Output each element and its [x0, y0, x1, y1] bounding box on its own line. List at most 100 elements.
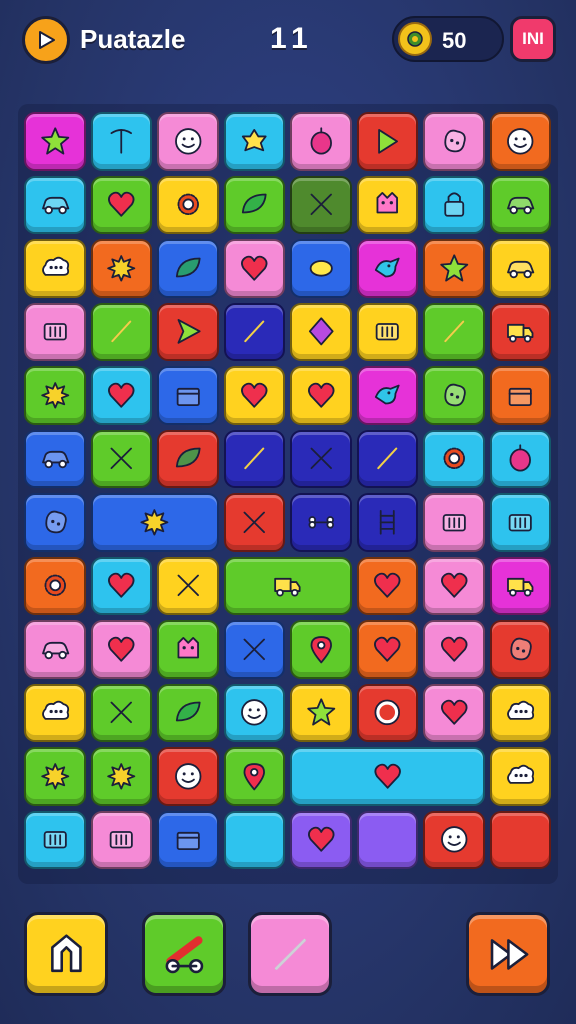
- board-tile[interactable]: [489, 239, 551, 298]
- board-tile[interactable]: [24, 366, 86, 425]
- board-tile[interactable]: [223, 302, 285, 361]
- board-tile[interactable]: [90, 747, 152, 806]
- board-tile[interactable]: [290, 747, 485, 806]
- menu-button[interactable]: INI: [510, 16, 556, 62]
- board-tile[interactable]: [157, 429, 219, 488]
- board-tile[interactable]: [356, 429, 418, 488]
- board-tile[interactable]: [90, 493, 219, 552]
- cannon-button[interactable]: [142, 912, 226, 996]
- board-tile[interactable]: [90, 302, 152, 361]
- board-tile[interactable]: [290, 239, 352, 298]
- board-tile[interactable]: [157, 556, 219, 615]
- board-tile[interactable]: [423, 112, 485, 171]
- board-tile[interactable]: [223, 175, 285, 234]
- board-tile[interactable]: [290, 683, 352, 742]
- board-tile[interactable]: [24, 493, 86, 552]
- board-tile[interactable]: [489, 683, 551, 742]
- board-tile[interactable]: [157, 175, 219, 234]
- board-tile[interactable]: [290, 429, 352, 488]
- board-tile[interactable]: [356, 620, 418, 679]
- board-tile[interactable]: [90, 556, 152, 615]
- cross-icon: [110, 448, 132, 470]
- board-tile[interactable]: [356, 683, 418, 742]
- board-tile[interactable]: [90, 810, 152, 869]
- board-tile[interactable]: [24, 239, 86, 298]
- board-tile[interactable]: [489, 556, 551, 615]
- board-tile[interactable]: [223, 683, 285, 742]
- board-tile[interactable]: [489, 175, 551, 234]
- board-tile[interactable]: [356, 366, 418, 425]
- board-tile[interactable]: [356, 112, 418, 171]
- board-tile[interactable]: [157, 620, 219, 679]
- board-tile[interactable]: [90, 175, 152, 234]
- board-tile[interactable]: [290, 175, 352, 234]
- board-tile[interactable]: [24, 112, 86, 171]
- board-tile[interactable]: [223, 366, 285, 425]
- board-tile[interactable]: [489, 302, 551, 361]
- board-tile[interactable]: [24, 175, 86, 234]
- board-tile[interactable]: [223, 112, 285, 171]
- board-tile[interactable]: [489, 747, 551, 806]
- board-tile[interactable]: [356, 239, 418, 298]
- board-tile[interactable]: [157, 112, 219, 171]
- tool-button[interactable]: [248, 912, 332, 996]
- board-tile[interactable]: [290, 112, 352, 171]
- board-tile[interactable]: [223, 239, 285, 298]
- board-tile[interactable]: [290, 366, 352, 425]
- hint-button[interactable]: [24, 912, 108, 996]
- board-tile[interactable]: [90, 239, 152, 298]
- board-tile[interactable]: [157, 239, 219, 298]
- board-tile[interactable]: [24, 556, 86, 615]
- board-tile[interactable]: [423, 429, 485, 488]
- board-tile[interactable]: [24, 302, 86, 361]
- board-tile[interactable]: [90, 683, 152, 742]
- board-tile[interactable]: [423, 302, 485, 361]
- board-tile[interactable]: [90, 366, 152, 425]
- board-tile[interactable]: [489, 493, 551, 552]
- next-button[interactable]: [466, 912, 550, 996]
- board-tile[interactable]: [489, 620, 551, 679]
- board-tile[interactable]: [24, 683, 86, 742]
- board-tile[interactable]: [423, 810, 485, 869]
- board-tile[interactable]: [290, 620, 352, 679]
- board-tile[interactable]: [157, 302, 219, 361]
- board-tile[interactable]: [423, 366, 485, 425]
- board-tile[interactable]: [489, 366, 551, 425]
- board-tile[interactable]: [356, 810, 418, 869]
- board-tile[interactable]: [223, 620, 285, 679]
- board-tile[interactable]: [157, 683, 219, 742]
- board-tile[interactable]: [90, 112, 152, 171]
- board-tile[interactable]: [423, 175, 485, 234]
- board-tile[interactable]: [423, 556, 485, 615]
- leaf-icon: [175, 448, 201, 468]
- board-tile[interactable]: [157, 747, 219, 806]
- board-tile[interactable]: [24, 620, 86, 679]
- board-tile[interactable]: [356, 175, 418, 234]
- board-tile[interactable]: [423, 620, 485, 679]
- board-tile[interactable]: [356, 493, 418, 552]
- board-tile[interactable]: [24, 429, 86, 488]
- board-tile[interactable]: [290, 810, 352, 869]
- board-tile[interactable]: [223, 493, 285, 552]
- board-tile[interactable]: [489, 429, 551, 488]
- board-tile[interactable]: [223, 556, 352, 615]
- board-tile[interactable]: [223, 747, 285, 806]
- board-tile[interactable]: [24, 810, 86, 869]
- board-tile[interactable]: [356, 302, 418, 361]
- board-tile[interactable]: [423, 493, 485, 552]
- board-tile[interactable]: [290, 302, 352, 361]
- board-tile[interactable]: [24, 747, 86, 806]
- board-tile[interactable]: [90, 429, 152, 488]
- board-tile[interactable]: [157, 366, 219, 425]
- play-button[interactable]: [22, 16, 70, 64]
- board-tile[interactable]: [223, 429, 285, 488]
- board-tile[interactable]: [157, 810, 219, 869]
- board-tile[interactable]: [223, 810, 285, 869]
- board-tile[interactable]: [90, 620, 152, 679]
- board-tile[interactable]: [423, 239, 485, 298]
- board-tile[interactable]: [489, 810, 551, 869]
- board-tile[interactable]: [423, 683, 485, 742]
- board-tile[interactable]: [489, 112, 551, 171]
- board-tile[interactable]: [290, 493, 352, 552]
- board-tile[interactable]: [356, 556, 418, 615]
